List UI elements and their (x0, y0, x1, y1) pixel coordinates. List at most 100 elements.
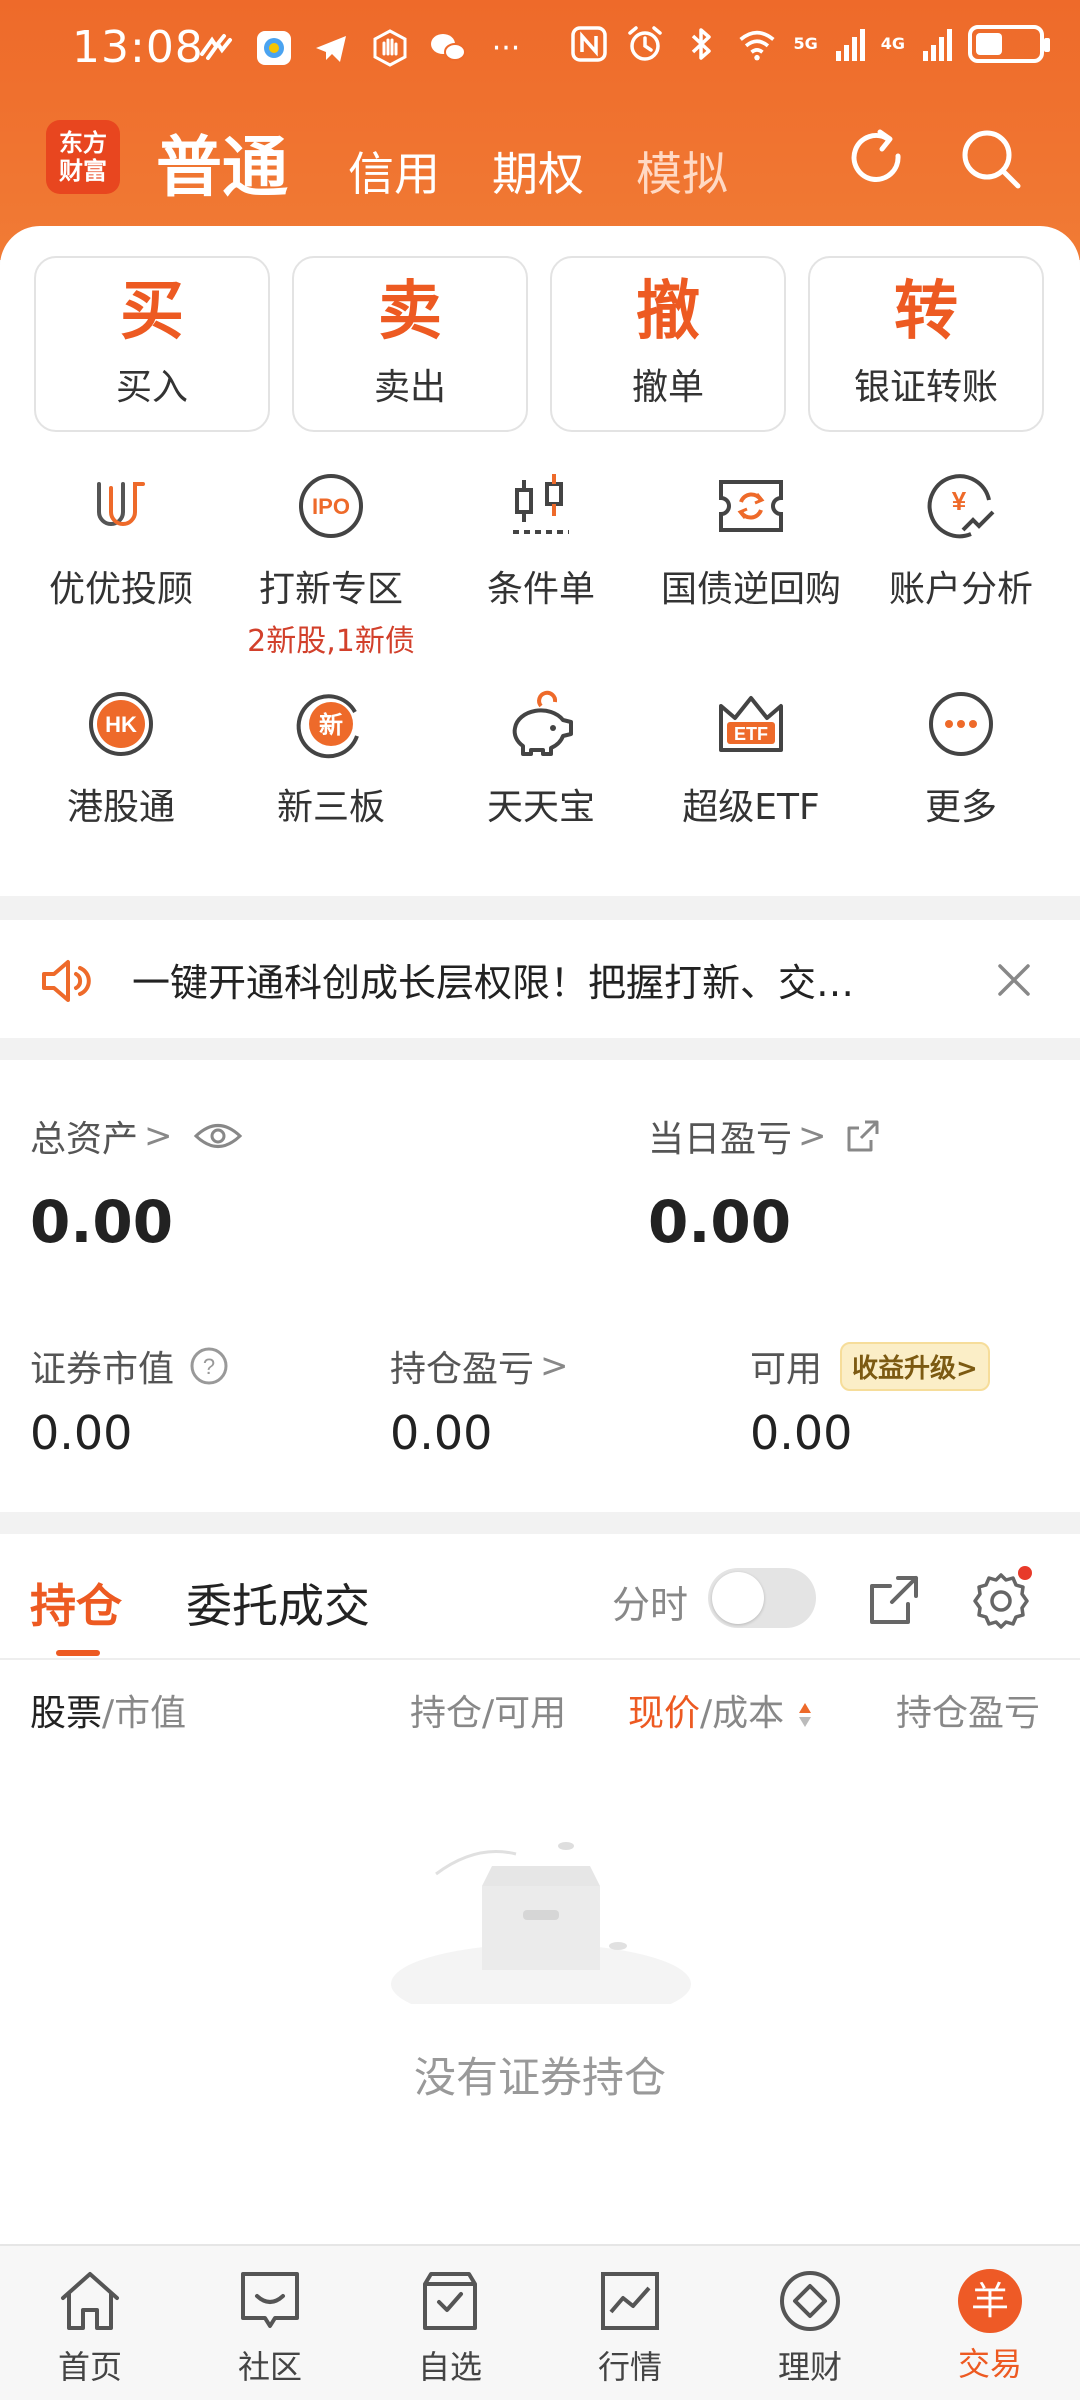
bank-transfer-button[interactable]: 转 银证转账 (808, 256, 1044, 432)
tab-orders-trades[interactable]: 委托成交 (186, 1570, 370, 1636)
feature-conditional-order[interactable]: 条件单 (436, 466, 646, 684)
app-header: 13:08 ··· 5G 4G 东方 财富 普通 信用 期权 模拟 (0, 0, 1080, 260)
col-price-cost[interactable]: 现价/成本 (628, 1684, 812, 1736)
yen-icon-text: ¥ (952, 486, 967, 516)
tab-simulation[interactable]: 模拟 (636, 138, 728, 204)
alarm-icon (625, 24, 665, 64)
cancel-order-button[interactable]: 撤 撤单 (550, 256, 786, 432)
tab-credit[interactable]: 信用 (348, 138, 440, 204)
share-icon[interactable] (866, 1572, 922, 1628)
account-type-nav: 东方 财富 普通 信用 期权 模拟 (0, 110, 1080, 210)
nav-market[interactable]: 行情 (540, 2246, 720, 2400)
transfer-char: 转 (894, 275, 958, 349)
piggy-bank-icon (512, 690, 573, 756)
buy-char: 买 (120, 275, 184, 349)
active-tab-indicator (56, 1650, 100, 1656)
feature-tiantianbao[interactable]: 天天宝 (436, 684, 646, 884)
logo-line1: 东方 (59, 129, 107, 157)
empty-box-illustration (391, 1842, 691, 2004)
feature-hk-connect[interactable]: HK 港股通 (16, 684, 226, 884)
feature-account-analysis[interactable]: ¥ 账户分析 (856, 466, 1066, 684)
ipo-icon: IPO (299, 474, 363, 538)
nav-watchlist[interactable]: 自选 (360, 2246, 540, 2400)
app-notification-icon (254, 28, 294, 68)
feature-label: 国债逆回购 (660, 569, 841, 610)
hk-icon: HK (89, 692, 153, 756)
community-icon (241, 2272, 299, 2328)
watchlist-icon (423, 2272, 477, 2330)
nav-wealth[interactable]: 理财 (720, 2246, 900, 2400)
search-icon[interactable] (956, 124, 1026, 194)
total-assets-value: 0.00 (30, 1188, 174, 1256)
ipo-subtitle: 2新股,1新债 (247, 624, 415, 659)
feature-label: 打新专区 (258, 569, 403, 610)
feature-treasury-repo[interactable]: 国债逆回购 (646, 466, 856, 684)
feature-label: 优优投顾 (48, 569, 193, 610)
nav-label: 首页 (57, 2348, 122, 2386)
nav-home[interactable]: 首页 (0, 2246, 180, 2400)
position-pl-link[interactable]: 持仓盈亏 > (390, 1340, 569, 1392)
nav-community[interactable]: 社区 (180, 2246, 360, 2400)
intraday-label: 分时 (612, 1583, 689, 1627)
yield-upgrade-badge[interactable]: 收益升级> (840, 1341, 990, 1391)
chevron-right-icon: > (798, 1116, 827, 1156)
feature-label: 条件单 (486, 569, 595, 610)
notification-icons: ··· (196, 28, 526, 68)
ipo-icon-text: IPO (312, 494, 350, 519)
sell-label: 卖出 (373, 367, 446, 408)
telegram-icon (312, 28, 352, 68)
tab-holdings[interactable]: 持仓 (30, 1570, 122, 1636)
eye-icon[interactable] (193, 1119, 243, 1153)
xin-icon-text: 新 (319, 711, 343, 739)
feature-label: 超级ETF (682, 787, 820, 828)
more-notifications-icon: ··· (491, 30, 521, 66)
nfc-icon (569, 24, 609, 64)
position-pl-value: 0.00 (390, 1406, 493, 1460)
nav-trade[interactable]: 羊 交易 (900, 2246, 1080, 2400)
feature-uu-advisor[interactable]: 优优投顾 (16, 466, 226, 684)
announcement-banner[interactable]: 一键开通科创成长层权限！把握打新、交… (0, 920, 1080, 1038)
col-market-value: /市值 (102, 1693, 187, 1734)
col-price: 现价 (628, 1693, 701, 1734)
network-4g-label: 4G (880, 34, 905, 53)
total-assets-link[interactable]: 总资产 > (30, 1110, 243, 1162)
intraday-toggle[interactable] (708, 1568, 816, 1628)
chevron-right-icon: > (144, 1116, 173, 1156)
feature-label: 天天宝 (486, 787, 595, 828)
uu-advisor-icon (97, 482, 145, 526)
status-bar: 13:08 ··· 5G 4G (0, 0, 1080, 100)
quick-actions: 买 买入 卖 卖出 撤 撤单 转 银证转账 (34, 256, 1044, 432)
home-icon (61, 2272, 119, 2330)
system-icons: 5G 4G (569, 24, 1050, 64)
cancel-char: 撤 (636, 275, 700, 349)
tab-normal[interactable]: 普通 (156, 114, 288, 210)
help-icon[interactable]: ? (188, 1345, 230, 1387)
nav-label: 自选 (417, 2348, 482, 2386)
feature-ipo-zone[interactable]: IPO 打新专区 2新股,1新债 (226, 466, 436, 684)
buy-button[interactable]: 买 买入 (34, 256, 270, 432)
refresh-icon[interactable] (842, 124, 912, 194)
available-label: 可用 (750, 1349, 823, 1390)
asset-summary: 总资产 > 0.00 当日盈亏 > 0.00 证券市值 ? 0.00 持仓盈亏 … (0, 1060, 1080, 1512)
battery-icon (968, 25, 1050, 63)
col-holding-available: 持仓/可用 (410, 1693, 567, 1734)
wealth-diamond-icon (780, 2271, 840, 2331)
daily-pl-link[interactable]: 当日盈亏 > (648, 1110, 883, 1162)
trade-functions-card: 买 买入 卖 卖出 撤 撤单 转 银证转账 优优投顾 IPO 打新专区 2新股,… (0, 226, 1080, 896)
external-link-icon[interactable] (843, 1116, 883, 1156)
feature-new-third-board[interactable]: 新 新三板 (226, 684, 436, 884)
feature-more[interactable]: 更多 (856, 684, 1066, 884)
sell-button[interactable]: 卖 卖出 (292, 256, 528, 432)
tab-options[interactable]: 期权 (492, 138, 584, 204)
market-chart-icon (601, 2272, 659, 2330)
candlestick-icon (513, 474, 569, 534)
close-icon[interactable] (992, 958, 1036, 1002)
trade-yuan-icon: 羊 (958, 2269, 1022, 2333)
feature-grid: 优优投顾 IPO 打新专区 2新股,1新债 条件单 国债逆回购 ¥ 账户分析 H… (0, 466, 1080, 884)
bluetooth-icon (681, 24, 721, 64)
nav-label: 交易 (957, 2345, 1022, 2383)
wechat-icon (428, 28, 468, 68)
col-position-pl: 持仓盈亏 (896, 1693, 1041, 1734)
logo-line2: 财富 (59, 157, 107, 185)
feature-super-etf[interactable]: ETF 超级ETF (646, 684, 856, 884)
